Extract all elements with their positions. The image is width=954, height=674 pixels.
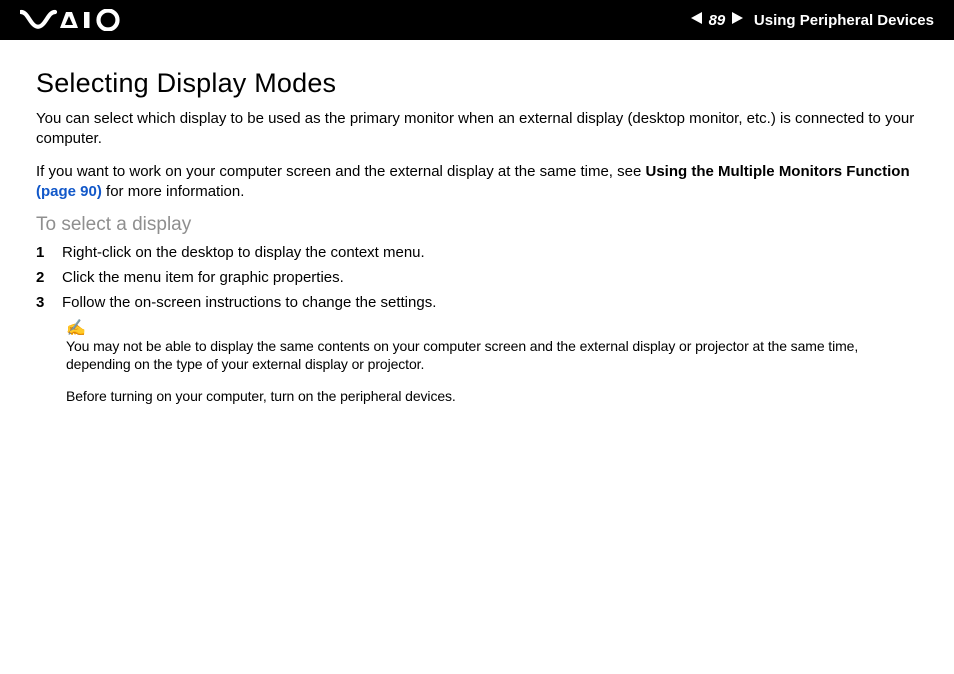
prev-page-icon[interactable] — [690, 11, 704, 30]
note-text-1: You may not be able to display the same … — [66, 337, 918, 373]
list-item: 1 Right-click on the desktop to display … — [36, 244, 918, 261]
intro-paragraph-2: If you want to work on your computer scr… — [36, 162, 918, 203]
header-right: 89 Using Peripheral Devices — [690, 11, 934, 30]
page-content: Selecting Display Modes You can select w… — [0, 40, 954, 406]
step-text: Click the menu item for graphic properti… — [62, 269, 344, 286]
step-text: Follow the on-screen instructions to cha… — [62, 294, 436, 311]
page-title: Selecting Display Modes — [36, 68, 918, 99]
page-header: 89 Using Peripheral Devices — [0, 0, 954, 40]
next-page-icon[interactable] — [730, 11, 744, 30]
steps-list: 1 Right-click on the desktop to display … — [36, 244, 918, 311]
p2-post: for more information. — [102, 183, 245, 200]
step-number: 3 — [36, 294, 62, 311]
note-block: ✍ You may not be able to display the sam… — [36, 321, 918, 406]
note-icon: ✍ — [66, 321, 918, 337]
intro-paragraph-1: You can select which display to be used … — [36, 109, 918, 150]
step-number: 1 — [36, 244, 62, 261]
step-text: Right-click on the desktop to display th… — [62, 244, 425, 261]
list-item: 3 Follow the on-screen instructions to c… — [36, 294, 918, 311]
page-number: 89 — [706, 12, 728, 29]
p2-pre: If you want to work on your computer scr… — [36, 163, 645, 180]
procedure-heading: To select a display — [36, 214, 918, 236]
p2-bold: Using the Multiple Monitors Function — [645, 163, 909, 180]
p2-link[interactable]: (page 90) — [36, 183, 102, 200]
vaio-logo — [20, 9, 130, 31]
note-text-2: Before turning on your computer, turn on… — [66, 387, 918, 405]
list-item: 2 Click the menu item for graphic proper… — [36, 269, 918, 286]
step-number: 2 — [36, 269, 62, 286]
section-title[interactable]: Using Peripheral Devices — [754, 12, 934, 29]
page-nav: 89 — [690, 11, 744, 30]
